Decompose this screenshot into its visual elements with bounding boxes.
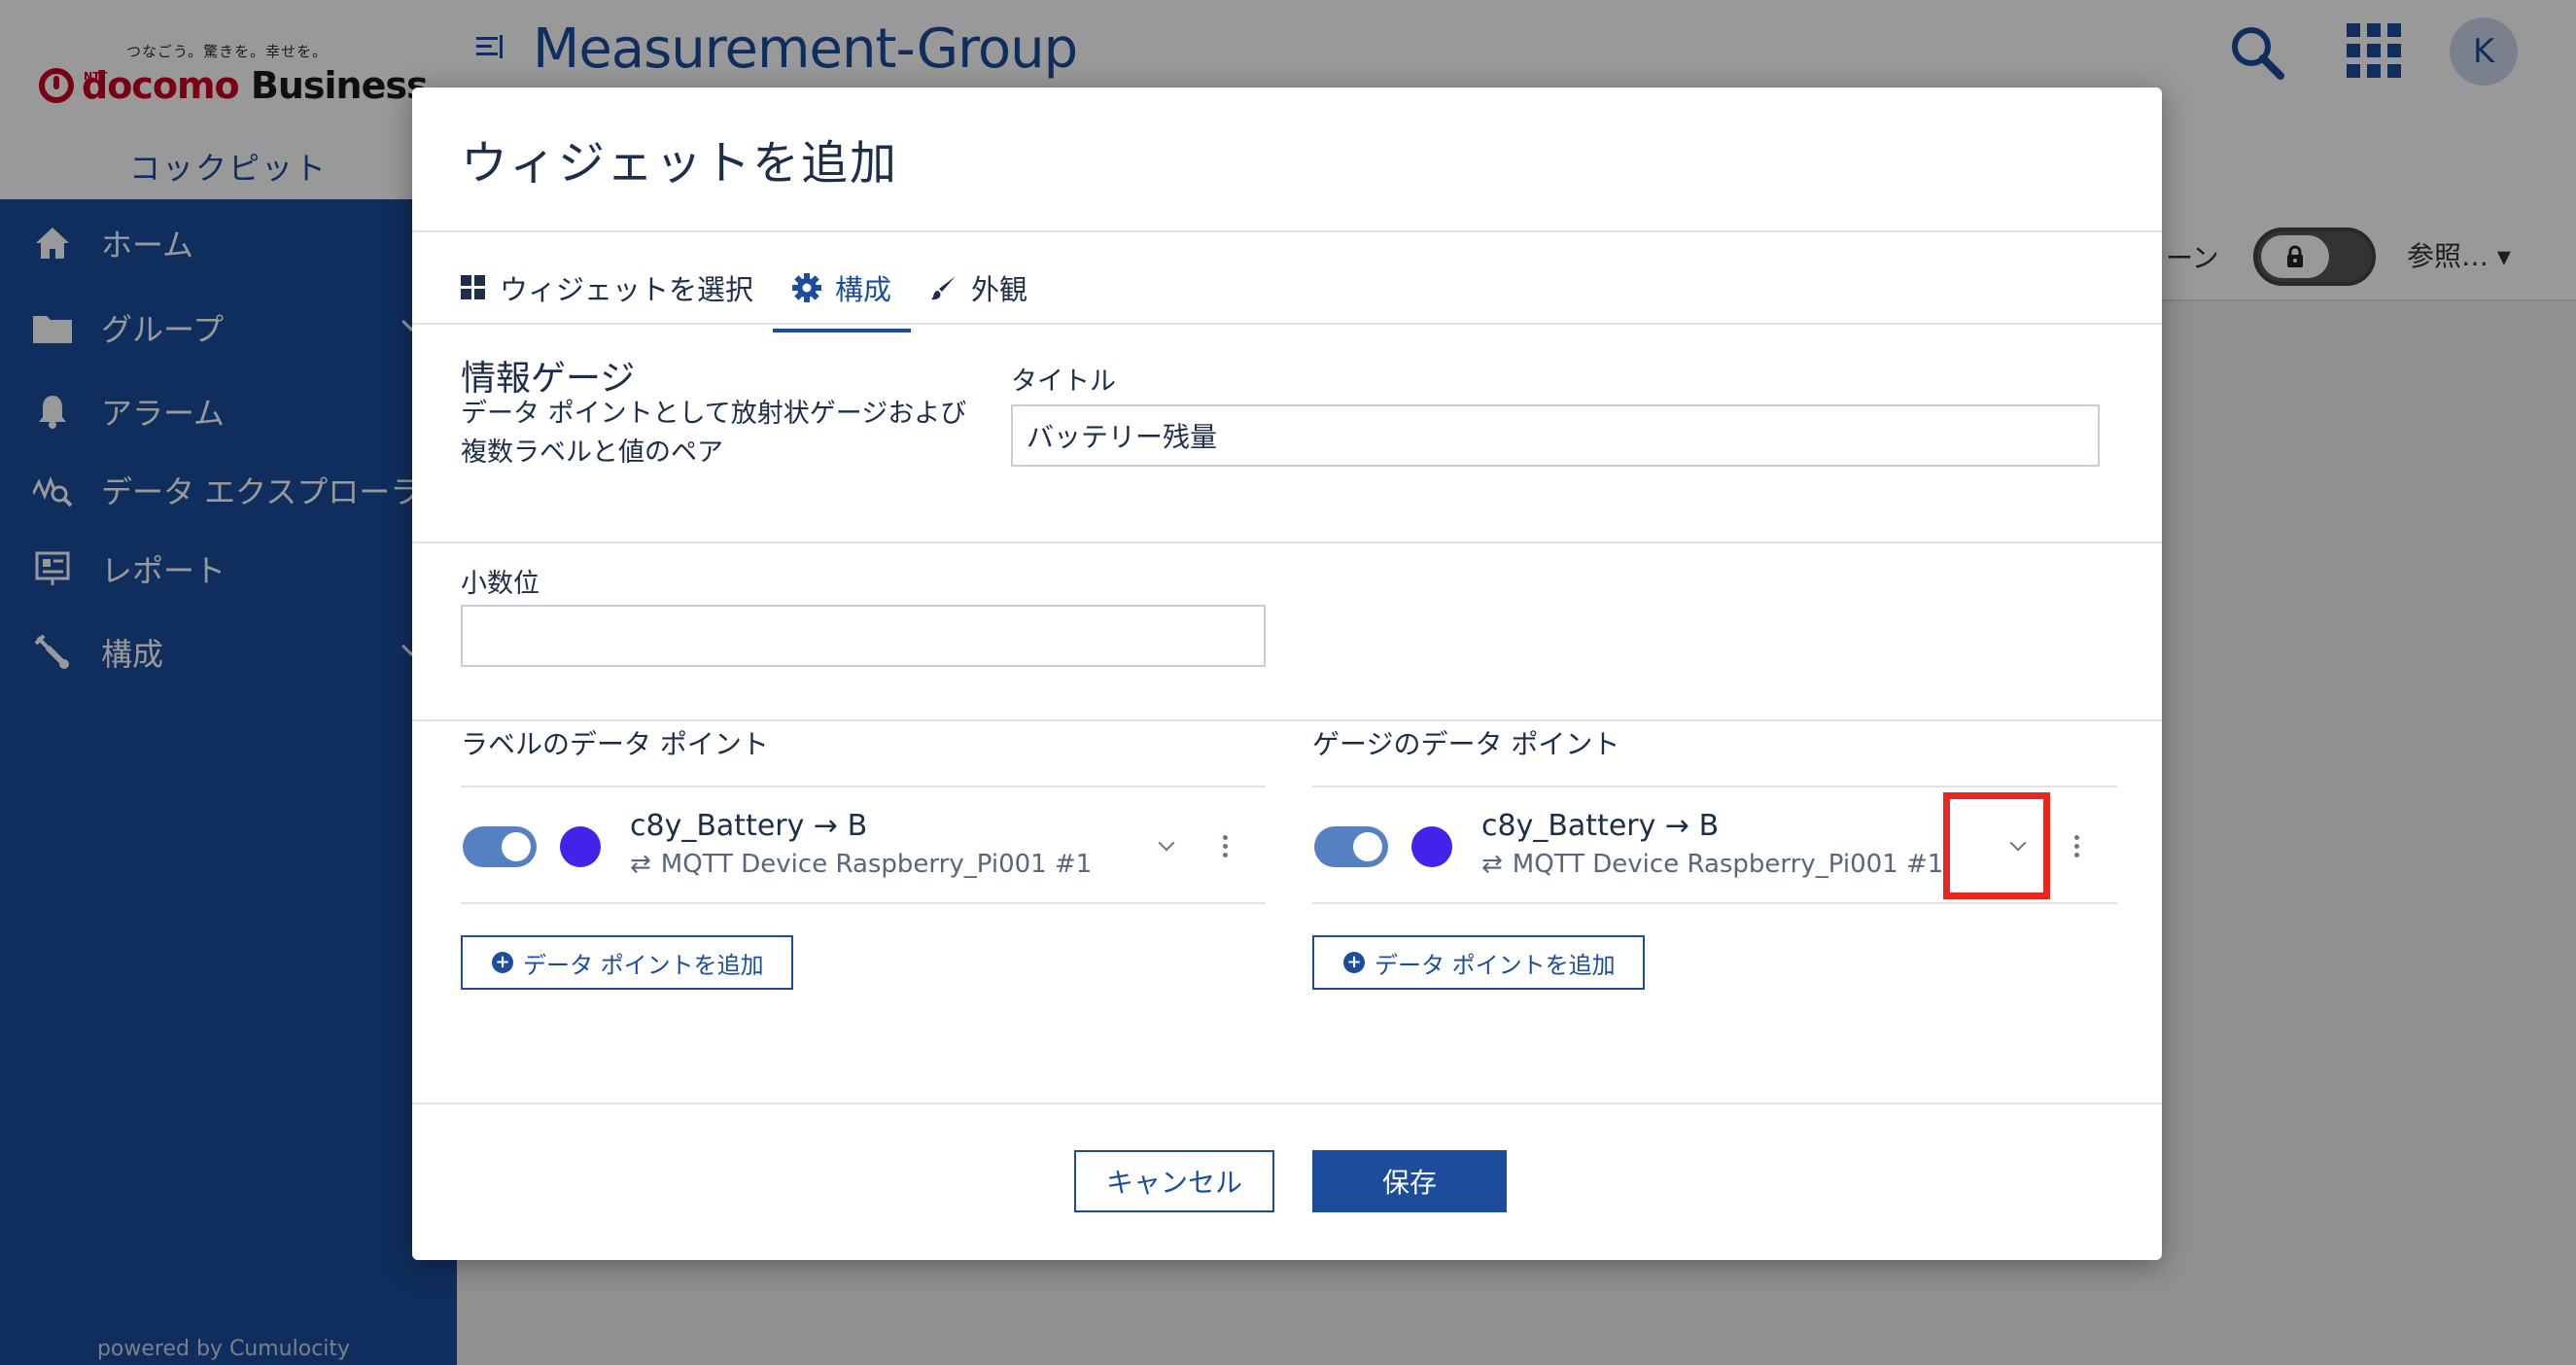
save-button[interactable]: 保存 — [1312, 1150, 1507, 1212]
swap-icon: ⇄ — [630, 850, 651, 879]
title-input[interactable] — [1011, 404, 2100, 467]
datapoint-color-swatch[interactable] — [1411, 826, 1452, 867]
cancel-button[interactable]: キャンセル — [1074, 1150, 1274, 1212]
datapoint-source-text: MQTT Device Raspberry_Pi001 #1 — [660, 850, 1093, 879]
brush-icon — [930, 274, 957, 301]
plus-circle-icon: + — [492, 952, 513, 973]
decimals-label: 小数位 — [461, 569, 540, 599]
chevron-down-icon — [1158, 834, 1175, 852]
add-label-datapoint-button[interactable]: + データ ポイントを追加 — [461, 935, 793, 990]
divider — [412, 1102, 2162, 1104]
add-widget-dialog: ウィジェットを追加 ウィジェットを選択 構成 外観 情報ゲージ データ ポイント… — [412, 88, 2162, 1260]
gear-icon — [792, 273, 822, 302]
datapoint-more-menu[interactable] — [1215, 826, 1235, 865]
tab-configuration[interactable]: 構成 — [773, 243, 912, 332]
datapoint-toggle[interactable] — [463, 826, 537, 867]
tab-label: 構成 — [835, 273, 892, 306]
divider — [412, 230, 2162, 232]
grid-icon — [461, 275, 486, 300]
datapoint-source: ⇄ MQTT Device Raspberry_Pi001 #1 — [630, 850, 1092, 879]
datapoint-name: c8y_Battery → B — [630, 809, 868, 843]
divider — [461, 786, 1266, 788]
add-datapoint-label: データ ポイントを追加 — [523, 951, 764, 979]
label-datapoints-heading: ラベルのデータ ポイント — [461, 728, 769, 760]
add-gauge-datapoint-button[interactable]: + データ ポイントを追加 — [1312, 935, 1645, 990]
add-datapoint-label: データ ポイントを追加 — [1375, 951, 1616, 979]
datapoint-source: ⇄ MQTT Device Raspberry_Pi001 #1 — [1481, 850, 1943, 879]
annotation-highlight — [1943, 792, 2050, 899]
tab-appearance[interactable]: 外観 — [911, 243, 1047, 332]
divider — [1312, 786, 2117, 788]
datapoint-more-menu[interactable] — [2067, 826, 2086, 865]
divider — [412, 542, 2162, 543]
datapoint-name: c8y_Battery → B — [1481, 809, 1720, 843]
decimals-input[interactable] — [461, 605, 1266, 667]
tab-label: ウィジェットを選択 — [500, 273, 754, 306]
widget-description: データ ポイントとして放射状ゲージおよび複数ラベルと値のペア — [461, 399, 967, 468]
tab-select-widget[interactable]: ウィジェットを選択 — [441, 243, 773, 332]
dialog-tabs: ウィジェットを選択 構成 外観 — [441, 243, 1047, 332]
dialog-title: ウィジェットを追加 — [461, 136, 899, 191]
datapoint-source-text: MQTT Device Raspberry_Pi001 #1 — [1512, 850, 1944, 879]
divider — [461, 902, 1266, 904]
datapoint-color-swatch[interactable] — [560, 826, 601, 867]
expand-datapoint-button[interactable] — [1147, 826, 1186, 865]
divider — [412, 719, 2162, 721]
widget-name: 情報ゲージ — [461, 359, 636, 399]
title-label: タイトル — [1011, 367, 1116, 397]
swap-icon: ⇄ — [1481, 850, 1503, 879]
tab-label: 外観 — [971, 273, 1028, 306]
gauge-datapoints-heading: ゲージのデータ ポイント — [1312, 728, 1620, 760]
divider — [1312, 902, 2117, 904]
divider — [412, 323, 2162, 325]
datapoint-toggle[interactable] — [1314, 826, 1388, 867]
plus-circle-icon: + — [1343, 952, 1365, 973]
